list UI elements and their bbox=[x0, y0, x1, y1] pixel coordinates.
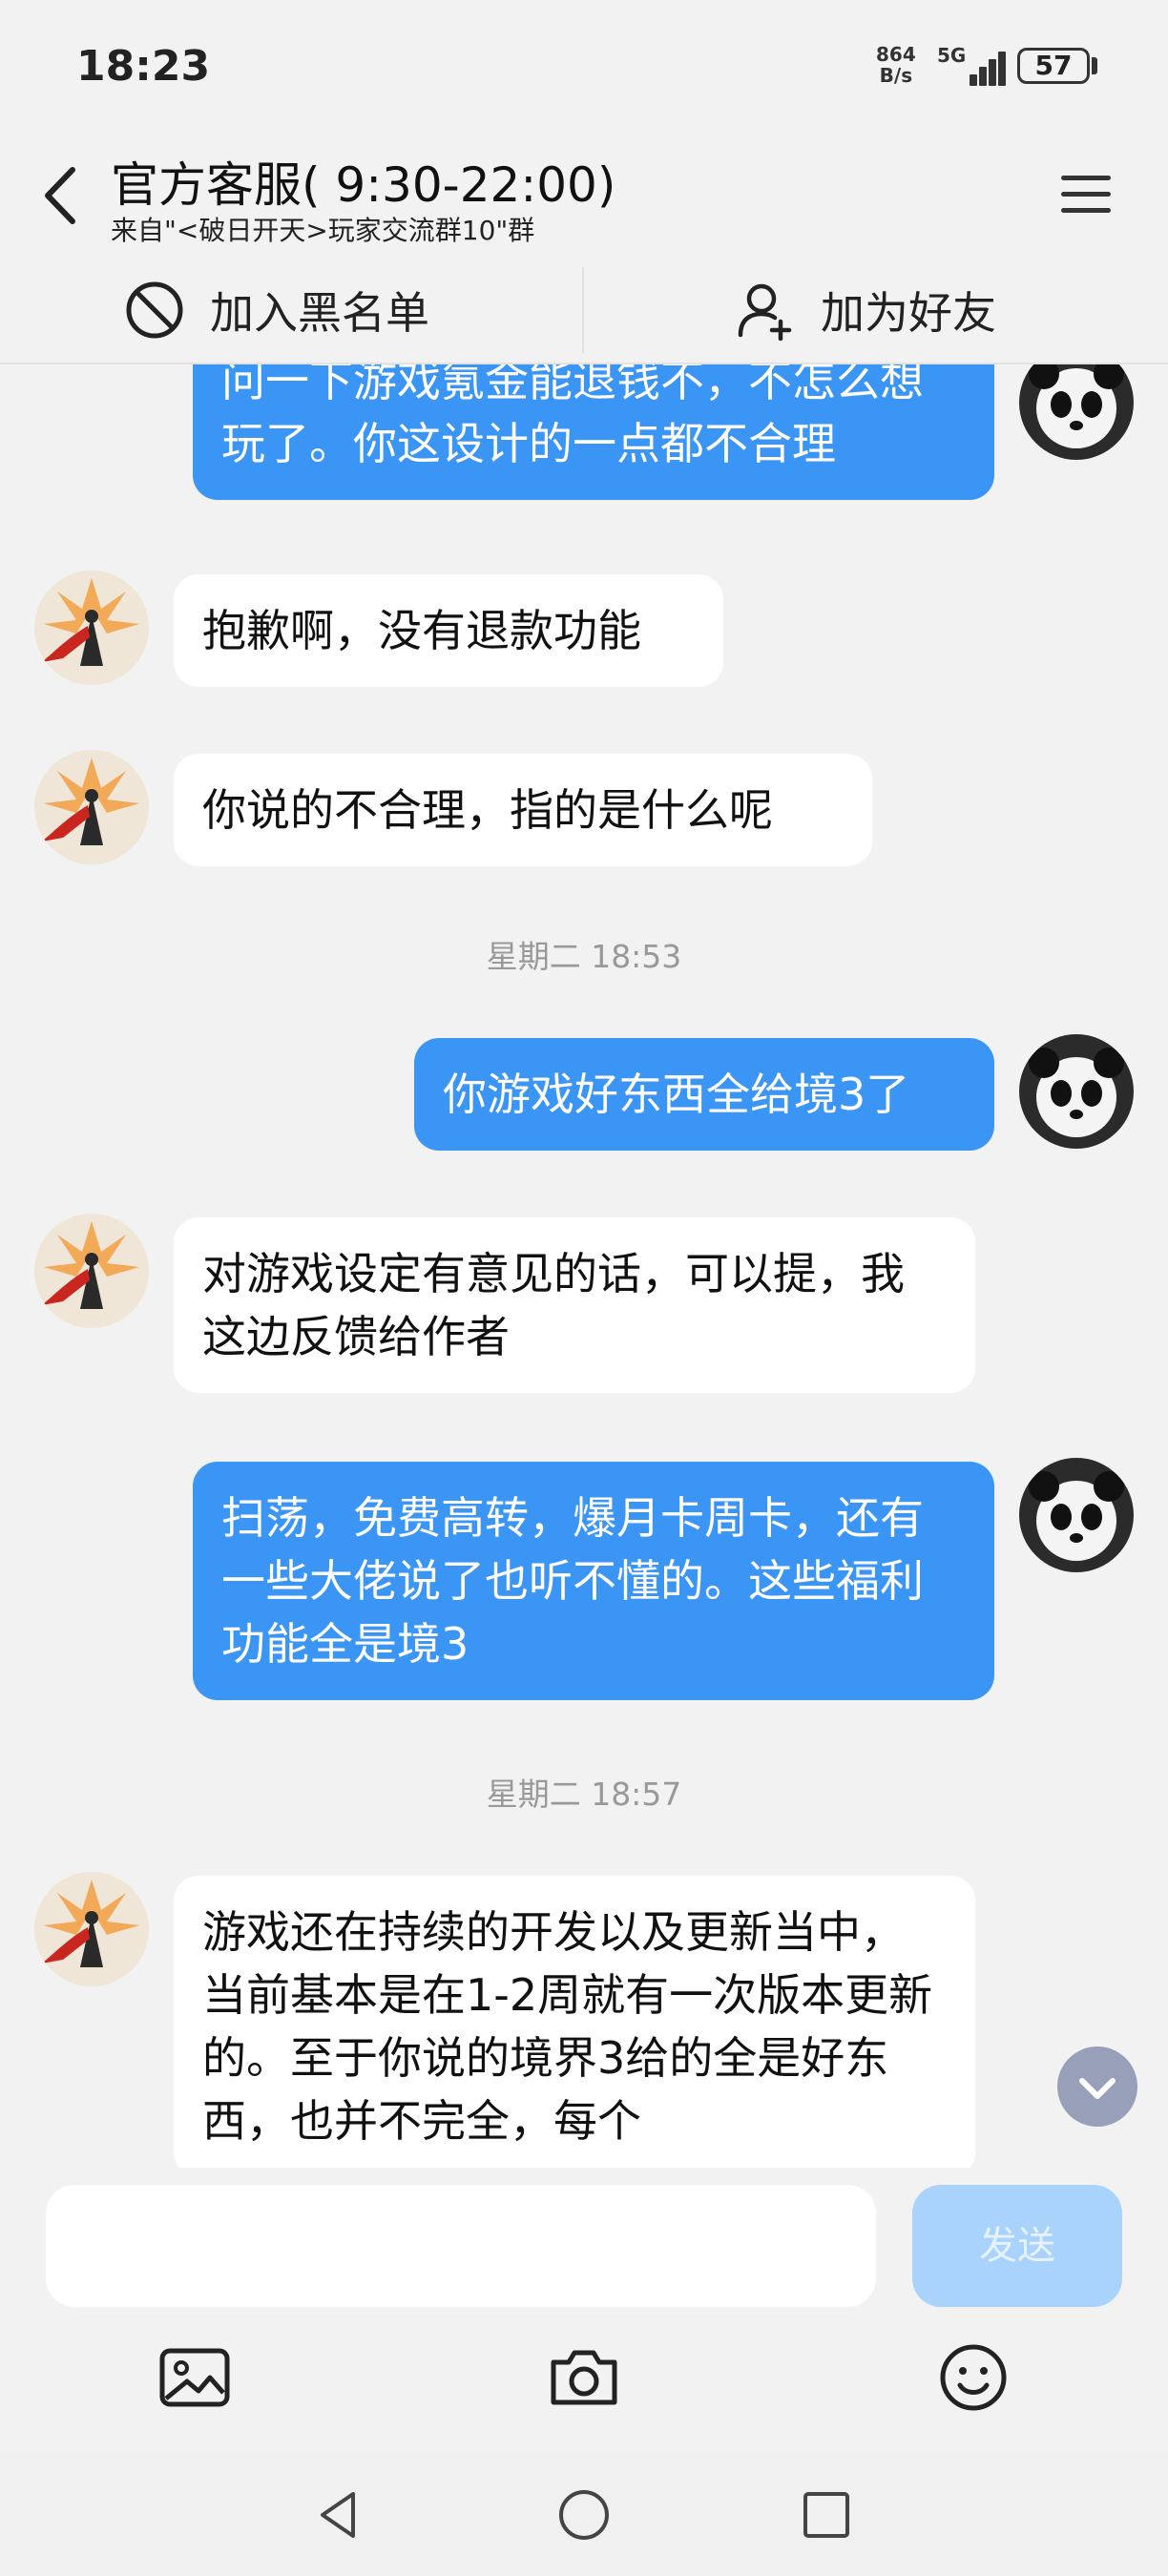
scroll-to-bottom-button[interactable] bbox=[1057, 2046, 1137, 2127]
warrior-avatar-icon bbox=[34, 1872, 149, 1986]
camera-icon bbox=[551, 2350, 617, 2405]
send-button[interactable]: 发送 bbox=[912, 2185, 1122, 2307]
my-avatar[interactable] bbox=[1019, 1458, 1134, 1572]
action-divider bbox=[582, 267, 584, 353]
agent-avatar[interactable] bbox=[34, 1872, 149, 1986]
page-title: 官方客服( 9:30-22:00) bbox=[111, 157, 616, 213]
contact-actions-bar: 加入黑名单 加为好友 bbox=[0, 258, 1168, 364]
warrior-avatar-icon bbox=[34, 750, 149, 864]
message-bubble-outgoing[interactable]: 扫荡，免费高转，爆月卡周卡，还有一些大佬说了也听不懂的。这些福利功能全是境3 bbox=[193, 1462, 994, 1700]
network-speed-unit: B/s bbox=[879, 64, 913, 87]
message-timestamp: 星期二 18:53 bbox=[486, 938, 682, 975]
nav-recents-button[interactable] bbox=[798, 2486, 855, 2544]
chat-message-list[interactable]: 问一下游戏氪金能退钱不，不怎么想玩了。你这设计的一点都不合理 抱歉啊，没有退款功… bbox=[0, 364, 1168, 2168]
agent-avatar[interactable] bbox=[34, 571, 149, 685]
menu-bar bbox=[1061, 176, 1111, 180]
back-button[interactable] bbox=[34, 162, 92, 229]
emoji-icon bbox=[940, 2344, 1007, 2411]
emoji-button[interactable] bbox=[935, 2339, 1012, 2416]
network-speed: 864 B/s bbox=[876, 44, 916, 86]
camera-button[interactable] bbox=[546, 2339, 622, 2416]
add-friend-button[interactable]: 加为好友 bbox=[735, 258, 996, 363]
warrior-avatar-icon bbox=[34, 1214, 149, 1328]
chevron-down-icon bbox=[1079, 2078, 1116, 2099]
block-button-label: 加入黑名单 bbox=[210, 287, 429, 339]
nav-back-button[interactable] bbox=[311, 2486, 368, 2544]
message-bubble-outgoing[interactable]: 你游戏好东西全给境3了 bbox=[414, 1038, 994, 1151]
status-time: 18:23 bbox=[76, 42, 211, 91]
warrior-avatar-icon bbox=[34, 571, 149, 685]
image-icon bbox=[159, 2348, 230, 2407]
message-bubble-incoming[interactable]: 游戏还在持续的开发以及更新当中，当前基本是在1-2周就有一次版本更新的。至于你说… bbox=[174, 1876, 975, 2168]
message-bubble-incoming[interactable]: 你说的不合理，指的是什么呢 bbox=[174, 754, 872, 866]
message-input-bar: 发送 bbox=[0, 2168, 1168, 2454]
add-friend-button-label: 加为好友 bbox=[821, 287, 996, 339]
my-avatar[interactable] bbox=[1019, 1034, 1134, 1149]
message-bubble-outgoing[interactable]: 问一下游戏氪金能退钱不，不怎么想玩了。你这设计的一点都不合理 bbox=[193, 364, 994, 500]
signal-icon bbox=[954, 44, 1006, 86]
message-input[interactable] bbox=[46, 2185, 876, 2307]
page-subtitle: 来自"<破日开天>玩家交流群10"群 bbox=[111, 215, 535, 246]
agent-avatar[interactable] bbox=[34, 750, 149, 864]
battery-icon: 57 bbox=[1017, 48, 1090, 84]
system-navigation-bar bbox=[0, 2454, 1168, 2576]
image-picker-button[interactable] bbox=[156, 2339, 233, 2416]
panda-avatar-icon bbox=[1019, 364, 1134, 460]
menu-bar bbox=[1061, 208, 1111, 213]
block-icon bbox=[126, 281, 183, 339]
square-recents-icon bbox=[803, 2492, 849, 2538]
nav-home-button[interactable] bbox=[555, 2486, 613, 2544]
panda-avatar-icon bbox=[1019, 1034, 1134, 1149]
block-button[interactable]: 加入黑名单 bbox=[124, 258, 429, 363]
status-bar: 18:23 864 B/s 5G 57 bbox=[0, 0, 1168, 134]
menu-bar bbox=[1061, 192, 1111, 197]
battery-tip bbox=[1092, 57, 1097, 74]
message-bubble-incoming[interactable]: 抱歉啊，没有退款功能 bbox=[174, 574, 723, 687]
circle-home-icon bbox=[559, 2490, 609, 2540]
message-bubble-incoming[interactable]: 对游戏设定有意见的话，可以提，我这边反馈给作者 bbox=[174, 1217, 975, 1393]
chevron-left-icon bbox=[45, 167, 75, 224]
message-timestamp: 星期二 18:57 bbox=[486, 1776, 682, 1813]
my-avatar[interactable] bbox=[1019, 364, 1134, 460]
add-user-icon bbox=[738, 283, 792, 341]
chat-header: 官方客服( 9:30-22:00) 来自"<破日开天>玩家交流群10"群 bbox=[0, 134, 1168, 248]
triangle-back-icon bbox=[321, 2492, 355, 2538]
agent-avatar[interactable] bbox=[34, 1214, 149, 1328]
panda-avatar-icon bbox=[1019, 1458, 1134, 1572]
network-speed-value: 864 bbox=[876, 43, 916, 66]
menu-button[interactable] bbox=[1057, 168, 1115, 219]
